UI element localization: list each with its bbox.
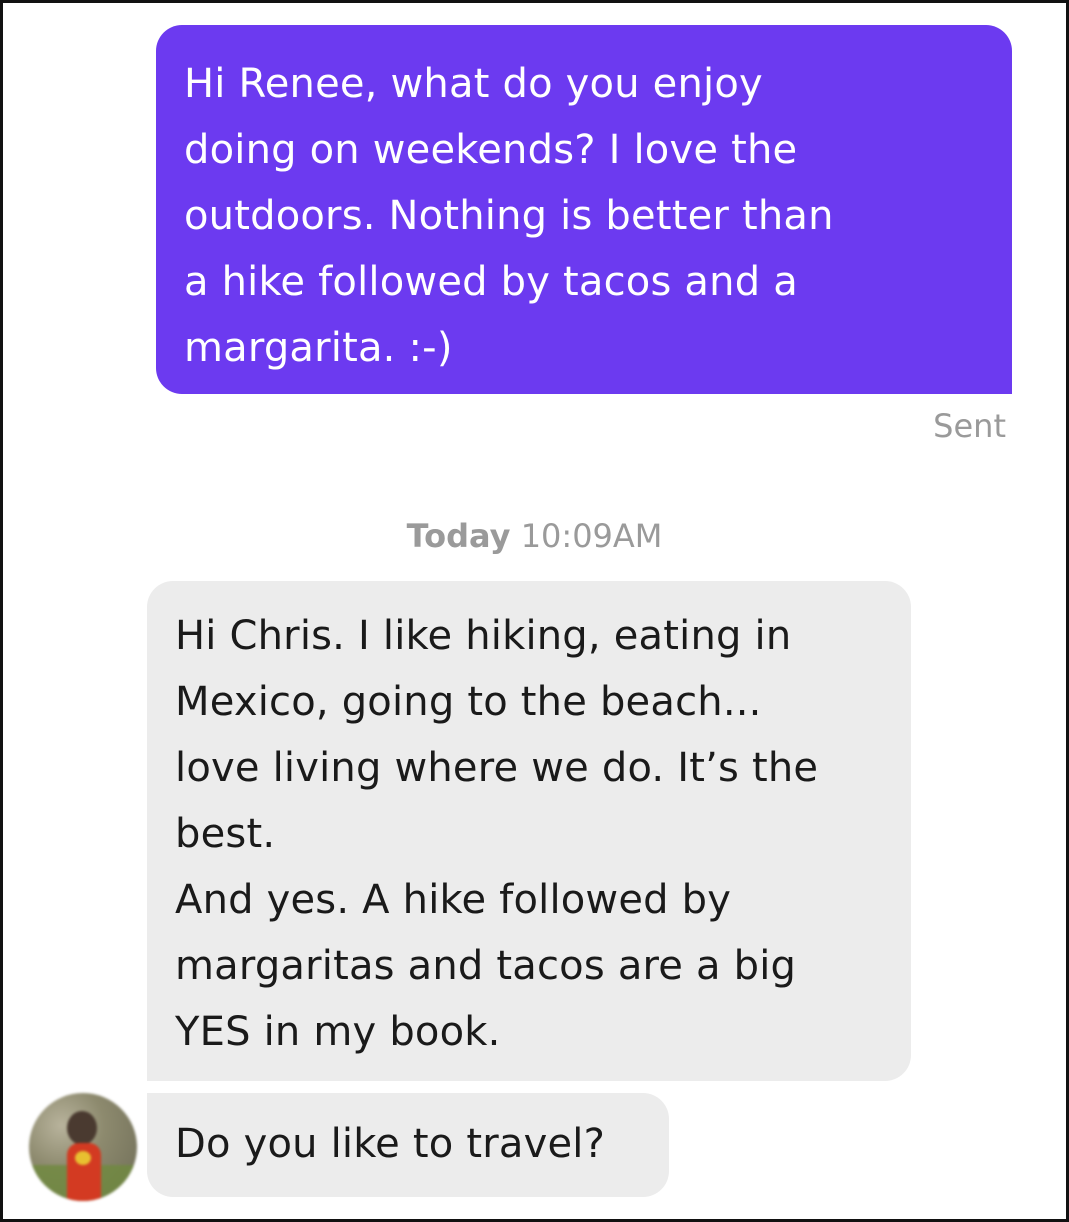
received-message-bubble[interactable]: Hi Chris. I like hiking, eating in Mexic… (147, 581, 911, 1081)
contact-avatar[interactable] (29, 1093, 137, 1201)
message-timestamp: Today 10:09AM (3, 517, 1066, 555)
chat-window: Hi Renee, what do you enjoy doing on wee… (0, 0, 1069, 1222)
sent-status-label: Sent (933, 407, 1006, 445)
avatar-photo-accent (75, 1151, 91, 1165)
avatar-photo-head (67, 1111, 97, 1145)
sent-message-bubble[interactable]: Hi Renee, what do you enjoy doing on wee… (156, 25, 1012, 394)
timestamp-day: Today (406, 517, 511, 555)
received-message-bubble[interactable]: Do you like to travel? (147, 1093, 669, 1197)
timestamp-time: 10:09AM (520, 517, 663, 555)
